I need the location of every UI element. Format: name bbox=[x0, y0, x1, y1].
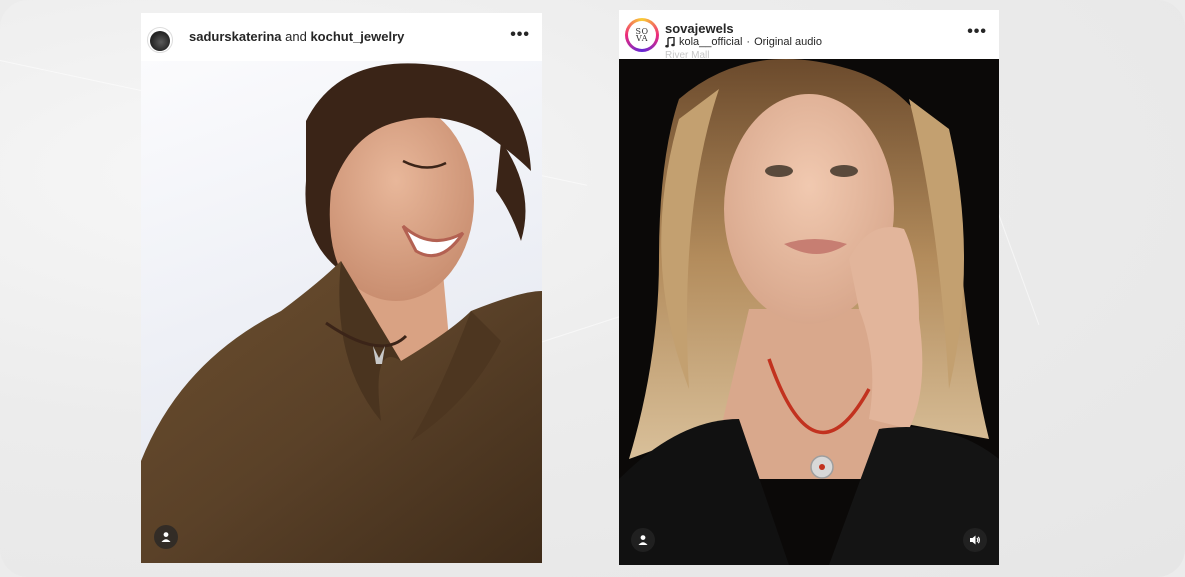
avatar-logo-text: VA bbox=[635, 34, 648, 43]
woman-brown-coat-photo bbox=[141, 63, 542, 563]
music-note-icon bbox=[665, 36, 675, 47]
more-options-icon[interactable]: ••• bbox=[510, 26, 530, 44]
audio-artist: kola__official bbox=[679, 36, 743, 48]
woman-blonde-necklace-video bbox=[619, 59, 999, 565]
user-tag-icon[interactable] bbox=[631, 528, 655, 552]
author-link[interactable]: sadurskaterina bbox=[189, 29, 282, 44]
audio-title: Original audio bbox=[754, 36, 822, 48]
post-image[interactable] bbox=[141, 61, 542, 563]
post-header: SO VA sovajewels kola__official · Origin… bbox=[619, 10, 999, 61]
author-connector: and bbox=[285, 29, 307, 44]
more-options-icon[interactable]: ••• bbox=[967, 23, 987, 41]
post-video[interactable] bbox=[619, 59, 999, 565]
post-header: sadurskaterina and kochut_jewelry ••• bbox=[141, 13, 542, 61]
audio-separator: · bbox=[746, 36, 751, 48]
post-card-2: SO VA sovajewels kola__official · Origin… bbox=[619, 10, 999, 565]
avatar[interactable] bbox=[147, 27, 173, 53]
post-card-1: sadurskaterina and kochut_jewelry ••• bbox=[141, 13, 542, 563]
user-tag-icon[interactable] bbox=[154, 525, 178, 549]
speaker-icon[interactable] bbox=[963, 528, 987, 552]
author-link[interactable]: sovajewels bbox=[665, 21, 734, 36]
audio-attribution[interactable]: kola__official · Original audio bbox=[665, 36, 822, 48]
background-stage: sadurskaterina and kochut_jewelry ••• SO… bbox=[0, 0, 1185, 577]
avatar[interactable]: SO VA bbox=[625, 18, 659, 52]
collab-author-link[interactable]: kochut_jewelry bbox=[310, 29, 404, 44]
post-authors: sadurskaterina and kochut_jewelry bbox=[189, 29, 404, 44]
